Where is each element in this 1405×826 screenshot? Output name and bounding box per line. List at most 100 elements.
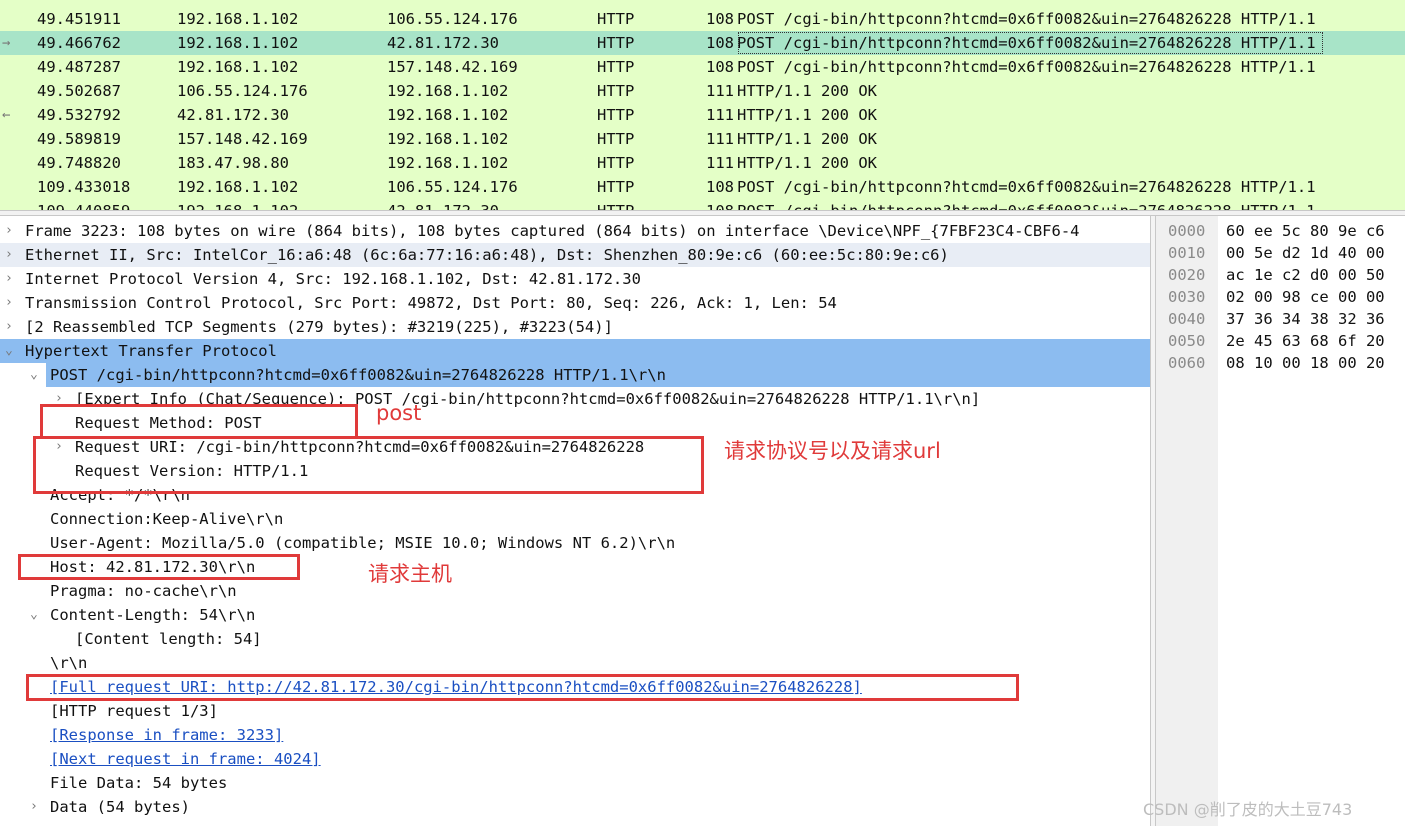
- tree-item[interactable]: Pragma: no-cache\r\n: [0, 579, 1150, 603]
- packet-protocol: HTTP: [597, 106, 635, 124]
- tree-item-label: Ethernet II, Src: IntelCor_16:a6:48 (6c:…: [25, 246, 949, 264]
- tree-item[interactable]: › Internet Protocol Version 4, Src: 192.1…: [0, 267, 1150, 291]
- packet-destination: 192.168.1.102: [387, 82, 509, 100]
- tree-item-label: Hypertext Transfer Protocol: [25, 342, 277, 360]
- packet-protocol: HTTP: [597, 154, 635, 172]
- collapse-icon[interactable]: ⌄: [5, 339, 13, 363]
- bytes-row[interactable]: 0050 2e 45 63 68 6f 20: [1156, 330, 1405, 352]
- packet-row[interactable]: 49.748820 183.47.98.80 192.168.1.102 HTTP 11…: [0, 151, 1405, 175]
- packet-protocol: HTTP: [597, 82, 635, 100]
- tree-item-label: [HTTP request 1/3]: [50, 702, 218, 720]
- collapse-icon[interactable]: ⌄: [30, 363, 38, 387]
- packet-protocol: HTTP: [597, 199, 634, 210]
- tree-item-link[interactable]: [Next request in frame: 4024]: [50, 747, 321, 771]
- packet-details-tree[interactable]: › Frame 3223: 108 bytes on wire (864 bits…: [0, 216, 1150, 826]
- packet-destination: 106.55.124.176: [387, 178, 518, 196]
- annotation-host: 请求主机: [368, 562, 452, 586]
- packet-destination: 42.81.172.30: [387, 199, 499, 210]
- bytes-row[interactable]: 0040 37 36 34 38 32 36: [1156, 308, 1405, 330]
- packet-length: 111: [706, 106, 734, 124]
- packet-direction-icon: →: [2, 35, 11, 51]
- tree-item[interactable]: › Ethernet II, Src: IntelCor_16:a6:48 (6c…: [0, 243, 1150, 267]
- packet-info: HTTP/1.1 200 OK: [737, 154, 877, 172]
- packet-info: POST /cgi-bin/httpconn?htcmd=0x6ff0082&u…: [737, 58, 1316, 76]
- tree-item[interactable]: [HTTP request 1/3]: [0, 699, 1150, 723]
- packet-time: 49.532792: [37, 106, 121, 124]
- packet-row[interactable]: 49.589819 157.148.42.169 192.168.1.102 HTTP…: [0, 127, 1405, 151]
- packet-time: 49.451911: [37, 10, 121, 28]
- tree-item[interactable]: › [2 Reassembled TCP Segments (279 bytes)…: [0, 315, 1150, 339]
- bytes-row[interactable]: 0020 ac 1e c2 d0 00 50: [1156, 264, 1405, 286]
- packet-info: POST /cgi-bin/httpconn?htcmd=0x6ff0082&u…: [737, 178, 1316, 196]
- bytes-offset: 0030: [1168, 288, 1206, 306]
- bytes-hex: 00 5e d2 1d 40 00: [1226, 244, 1385, 262]
- packet-destination: 157.148.42.169: [387, 58, 518, 76]
- packet-time: 49.487287: [37, 58, 121, 76]
- tree-item[interactable]: › Frame 3223: 108 bytes on wire (864 bits…: [0, 219, 1150, 243]
- bytes-row[interactable]: 0060 08 10 00 18 00 20: [1156, 352, 1405, 374]
- expand-icon[interactable]: ›: [5, 243, 13, 267]
- packet-time: 49.589819: [37, 130, 121, 148]
- packet-bytes-pane[interactable]: 0000 60 ee 5c 80 9e c6 0010 00 5e d2 1d 40 …: [1156, 216, 1405, 826]
- tree-item[interactable]: › Transmission Control Protocol, Src Port…: [0, 291, 1150, 315]
- packet-source: 42.81.172.30: [177, 106, 289, 124]
- packet-row[interactable]: 109.440859 192.168.1.102 42.81.172.30 HTTP 1…: [0, 199, 1405, 210]
- tree-item-label: User-Agent: Mozilla/5.0 (compatible; MSI…: [50, 534, 676, 552]
- tree-item-label: Transmission Control Protocol, Src Port:…: [25, 294, 837, 312]
- expand-icon[interactable]: ›: [30, 795, 38, 819]
- packet-info: HTTP/1.1 200 OK: [737, 82, 877, 100]
- packet-length: 108: [706, 34, 734, 52]
- packet-destination: 192.168.1.102: [387, 106, 509, 124]
- tree-item-label: POST /cgi-bin/httpconn?htcmd=0x6ff0082&u…: [50, 366, 666, 384]
- tree-item[interactable]: [Content length: 54]: [0, 627, 1150, 651]
- tree-item[interactable]: File Data: 54 bytes: [0, 771, 1150, 795]
- packet-protocol: HTTP: [597, 130, 635, 148]
- bytes-offset: 0040: [1168, 310, 1206, 328]
- expand-icon[interactable]: ›: [5, 315, 13, 339]
- tree-item[interactable]: › Data (54 bytes): [0, 795, 1150, 819]
- bytes-row[interactable]: 0000 60 ee 5c 80 9e c6: [1156, 220, 1405, 242]
- packet-row[interactable]: → 49.466762 192.168.1.102 42.81.172.30 HTTP 1…: [0, 31, 1405, 55]
- tree-item-label: File Data: 54 bytes: [50, 774, 228, 792]
- packet-row[interactable]: 49.451911 192.168.1.102 106.55.124.176 HTTP…: [0, 7, 1405, 31]
- tree-item[interactable]: [Next request in frame: 4024]: [0, 747, 1150, 771]
- tree-item[interactable]: ⌄ Hypertext Transfer Protocol: [0, 339, 1150, 363]
- packet-time: 109.433018: [37, 178, 131, 196]
- tree-item[interactable]: \r\n: [0, 651, 1150, 675]
- bytes-hex: 60 ee 5c 80 9e c6: [1226, 222, 1385, 240]
- packet-source: 192.168.1.102: [177, 178, 299, 196]
- tree-item[interactable]: ⌄ POST /cgi-bin/httpconn?htcmd=0x6ff0082&…: [0, 363, 1150, 387]
- packet-length: 111: [706, 130, 734, 148]
- packet-source: 192.168.1.102: [177, 199, 298, 210]
- tree-item[interactable]: ⌄ Content-Length: 54\r\n: [0, 603, 1150, 627]
- packet-destination: 42.81.172.30: [387, 34, 499, 52]
- collapse-icon[interactable]: ⌄: [30, 603, 38, 627]
- tree-item-label: Content-Length: 54\r\n: [50, 606, 256, 624]
- packet-row[interactable]: 49.502687 106.55.124.176 192.168.1.102 HTTP…: [0, 79, 1405, 103]
- tree-item-label: [2 Reassembled TCP Segments (279 bytes):…: [25, 318, 613, 336]
- expand-icon[interactable]: ›: [5, 267, 13, 291]
- bytes-row[interactable]: 0030 02 00 98 ce 00 00: [1156, 286, 1405, 308]
- tree-item[interactable]: Connection:Keep-Alive\r\n: [0, 507, 1150, 531]
- bytes-offset: 0020: [1168, 266, 1206, 284]
- tree-item-link[interactable]: [Response in frame: 3233]: [50, 723, 283, 747]
- packet-direction-icon: ←: [2, 107, 11, 123]
- expand-icon[interactable]: ›: [5, 291, 13, 315]
- bytes-row[interactable]: 0010 00 5e d2 1d 40 00: [1156, 242, 1405, 264]
- packet-source: 192.168.1.102: [177, 34, 299, 52]
- packet-info: POST /cgi-bin/httpconn?htcmd=0x6ff0082&u…: [737, 199, 1316, 210]
- tree-item[interactable]: [Response in frame: 3233]: [0, 723, 1150, 747]
- packet-row[interactable]: 49.487287 192.168.1.102 157.148.42.169 HTTP…: [0, 55, 1405, 79]
- bytes-hex: 02 00 98 ce 00 00: [1226, 288, 1385, 306]
- expand-icon[interactable]: ›: [5, 219, 13, 243]
- annotation-uri: 请求协议号以及请求url: [724, 439, 941, 463]
- packet-length: 111: [706, 154, 734, 172]
- packet-row[interactable]: ← 49.532792 42.81.172.30 192.168.1.102 HTTP 1…: [0, 103, 1405, 127]
- packet-info: POST /cgi-bin/httpconn?htcmd=0x6ff0082&u…: [737, 31, 1324, 55]
- packet-destination: 192.168.1.102: [387, 154, 509, 172]
- packet-protocol: HTTP: [597, 34, 635, 52]
- tree-item-label: [Content length: 54]: [75, 630, 262, 648]
- packet-list[interactable]: 49.451911 192.168.1.102 106.55.124.176 HTTP…: [0, 0, 1405, 210]
- tree-item[interactable]: User-Agent: Mozilla/5.0 (compatible; MSI…: [0, 531, 1150, 555]
- packet-row[interactable]: 109.433018 192.168.1.102 106.55.124.176 HTT…: [0, 175, 1405, 199]
